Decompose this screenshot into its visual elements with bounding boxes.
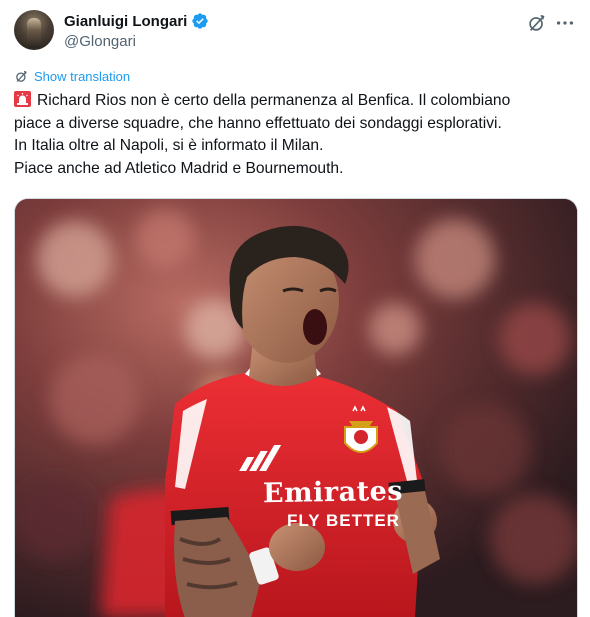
show-translation-label: Show translation: [34, 69, 131, 84]
avatar[interactable]: [14, 10, 54, 50]
more-icon[interactable]: [554, 12, 576, 34]
tweet-line: Richard Rios non è certo della permanenz…: [14, 90, 580, 113]
tweet-header: Gianluigi Longari @Glongari: [14, 10, 576, 54]
shirt-sponsor-tagline: FLY BETTER: [287, 511, 400, 531]
name-row: Gianluigi Longari: [64, 12, 209, 30]
show-translation-link[interactable]: Show translation: [14, 69, 130, 84]
verified-badge-icon: [192, 13, 209, 29]
shirt-sponsor-line1: Emirates: [262, 475, 404, 510]
tweet-photo[interactable]: Emirates FLY BETTER: [14, 198, 578, 617]
siren-emoji-icon: [14, 91, 31, 107]
shirt-sponsor-line2: FLY BETTER: [287, 511, 400, 530]
display-name[interactable]: Gianluigi Longari: [64, 13, 187, 30]
photo-scene: [15, 199, 577, 617]
tweet-line: Piace anche ad Atletico Madrid e Bournem…: [14, 159, 344, 177]
translate-icon: [16, 70, 27, 82]
tweet-line: In Italia oltre al Napoli, si è informat…: [14, 137, 324, 154]
tweet-line: piace a diverse squadre, che hanno effet…: [14, 114, 502, 132]
tweet-text: Richard Rios non è certo della permanenz…: [14, 90, 580, 180]
grok-icon[interactable]: [526, 12, 548, 34]
shirt-sponsor: Emirates: [263, 476, 404, 509]
user-handle[interactable]: @Glongari: [64, 33, 136, 50]
